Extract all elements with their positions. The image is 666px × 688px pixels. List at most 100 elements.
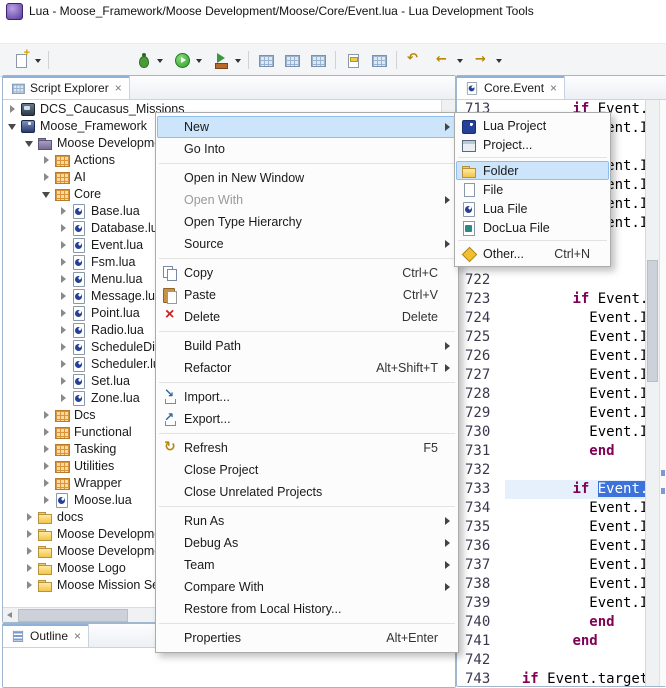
context-menu-refactor[interactable]: Refactor Alt+Shift+T bbox=[157, 357, 457, 379]
context-menu-copy[interactable]: Copy Ctrl+C bbox=[157, 262, 457, 284]
context-menu-import[interactable]: Import... bbox=[157, 386, 457, 408]
menu-refactor[interactable] bbox=[51, 31, 67, 35]
expand-arrow-icon[interactable] bbox=[58, 239, 70, 251]
expand-arrow-icon[interactable] bbox=[58, 324, 70, 336]
expand-arrow-icon[interactable] bbox=[24, 511, 36, 523]
context-menu-open-type-hierarchy[interactable]: Open Type Hierarchy bbox=[157, 211, 457, 233]
expand-arrow-icon[interactable] bbox=[41, 443, 53, 455]
context-menu-restore-from-local-history[interactable]: Restore from Local History... bbox=[157, 598, 457, 620]
grid-button-2[interactable] bbox=[280, 49, 304, 71]
submenu-file[interactable]: File bbox=[456, 180, 609, 199]
context-menu-delete[interactable]: Delete Delete bbox=[157, 306, 457, 328]
back-icon bbox=[435, 52, 451, 68]
context-menu-open-in-new-window[interactable]: Open in New Window bbox=[157, 167, 457, 189]
scrollbar-thumb[interactable] bbox=[18, 609, 128, 622]
expand-arrow-icon[interactable] bbox=[41, 188, 53, 200]
scrollbar-thumb[interactable] bbox=[647, 260, 658, 382]
expand-arrow-icon[interactable] bbox=[24, 137, 36, 149]
expand-arrow-icon[interactable] bbox=[58, 222, 70, 234]
view-menu-button[interactable] bbox=[396, 79, 415, 97]
mark-occurrences-button[interactable] bbox=[341, 49, 365, 71]
submenu-lua-project[interactable]: Lua Project bbox=[456, 116, 609, 135]
context-menu-debug-as[interactable]: Debug As bbox=[157, 532, 457, 554]
view-forward-button[interactable] bbox=[339, 79, 358, 97]
editor-vertical-scrollbar[interactable] bbox=[645, 100, 659, 686]
close-icon[interactable]: × bbox=[74, 629, 81, 643]
expand-arrow-icon[interactable] bbox=[41, 460, 53, 472]
context-menu-compare-with[interactable]: Compare With bbox=[157, 576, 457, 598]
context-menu-go-into[interactable]: Go Into bbox=[157, 138, 457, 160]
expand-arrow-icon[interactable] bbox=[58, 358, 70, 370]
expand-arrow-icon[interactable] bbox=[24, 562, 36, 574]
menu-search[interactable] bbox=[83, 31, 99, 35]
grid-button-4[interactable] bbox=[367, 49, 391, 71]
submenu-other[interactable]: Other... Ctrl+N bbox=[456, 244, 609, 263]
menu-source[interactable] bbox=[35, 31, 51, 35]
expand-arrow-icon[interactable] bbox=[41, 409, 53, 421]
forward-button[interactable] bbox=[467, 49, 504, 71]
context-menu-source[interactable]: Source bbox=[157, 233, 457, 255]
code-line: 728 Event.IniUnit = UNIT:FindByName( Eve… bbox=[457, 385, 645, 404]
expand-arrow-icon[interactable] bbox=[24, 528, 36, 540]
submenu-project[interactable]: Project... bbox=[456, 135, 609, 154]
context-menu-export[interactable]: Export... bbox=[157, 408, 457, 430]
last-edit-location-button[interactable] bbox=[402, 49, 426, 71]
expand-arrow-icon[interactable] bbox=[58, 256, 70, 268]
external-tools-button[interactable] bbox=[206, 49, 243, 71]
menu-run[interactable] bbox=[115, 31, 131, 35]
collapse-all-button[interactable] bbox=[358, 79, 377, 97]
back-button[interactable] bbox=[428, 49, 465, 71]
expand-arrow-icon[interactable] bbox=[41, 477, 53, 489]
context-menu-new[interactable]: New bbox=[157, 116, 457, 138]
grid-button-3[interactable] bbox=[306, 49, 330, 71]
menu-help[interactable] bbox=[147, 31, 163, 35]
new-button[interactable] bbox=[6, 49, 43, 71]
context-menu-properties[interactable]: Properties Alt+Enter bbox=[157, 627, 457, 649]
debug-button[interactable] bbox=[128, 49, 165, 71]
submenu-folder[interactable]: Folder bbox=[456, 161, 609, 180]
expand-arrow-icon[interactable] bbox=[41, 154, 53, 166]
expand-arrow-icon[interactable] bbox=[7, 103, 19, 115]
menu-file[interactable] bbox=[3, 31, 19, 35]
submenu-lua-file[interactable]: Lua File bbox=[456, 199, 609, 218]
expand-arrow-icon[interactable] bbox=[58, 307, 70, 319]
menu-window[interactable] bbox=[131, 31, 147, 35]
context-menu-run-as[interactable]: Run As bbox=[157, 510, 457, 532]
context-menu-close-unrelated-projects[interactable]: Close Unrelated Projects bbox=[157, 481, 457, 503]
menu-navigate[interactable] bbox=[67, 31, 83, 35]
expand-arrow-icon[interactable] bbox=[41, 494, 53, 506]
close-icon[interactable]: × bbox=[550, 81, 557, 95]
context-menu-paste[interactable]: Paste Ctrl+V bbox=[157, 284, 457, 306]
tab-outline[interactable]: Outline × bbox=[3, 624, 89, 647]
menu-project[interactable] bbox=[99, 31, 115, 35]
tab-core-event[interactable]: Core.Event × bbox=[457, 76, 565, 99]
expand-arrow-icon[interactable] bbox=[58, 205, 70, 217]
expand-arrow-icon[interactable] bbox=[41, 171, 53, 183]
expand-arrow-icon[interactable] bbox=[41, 426, 53, 438]
expand-arrow-icon[interactable] bbox=[24, 579, 36, 591]
grid-button-1[interactable] bbox=[254, 49, 278, 71]
expand-arrow-icon[interactable] bbox=[7, 120, 19, 132]
expand-arrow-icon[interactable] bbox=[58, 341, 70, 353]
context-menu-refresh[interactable]: Refresh F5 bbox=[157, 437, 457, 459]
context-menu-close-project[interactable]: Close Project bbox=[157, 459, 457, 481]
submenu-doclua-file[interactable]: DocLua File bbox=[456, 218, 609, 237]
link-with-editor-button[interactable] bbox=[377, 79, 396, 97]
menu-edit[interactable] bbox=[19, 31, 35, 35]
overview-ruler[interactable] bbox=[659, 100, 666, 686]
expand-arrow-icon[interactable] bbox=[58, 392, 70, 404]
context-menu-open-with[interactable]: Open With bbox=[157, 189, 457, 211]
context-menu-team[interactable]: Team bbox=[157, 554, 457, 576]
context-menu-build-path[interactable]: Build Path bbox=[157, 335, 457, 357]
tab-script-explorer[interactable]: Script Explorer × bbox=[3, 76, 130, 99]
expand-arrow-icon[interactable] bbox=[58, 273, 70, 285]
view-back-button[interactable] bbox=[320, 79, 339, 97]
expand-arrow-icon[interactable] bbox=[24, 545, 36, 557]
scroll-left-icon[interactable] bbox=[7, 612, 12, 618]
expand-arrow-icon[interactable] bbox=[58, 290, 70, 302]
run-button[interactable] bbox=[167, 49, 204, 71]
minimize-button[interactable] bbox=[415, 79, 434, 97]
maximize-button[interactable] bbox=[434, 79, 453, 97]
expand-arrow-icon[interactable] bbox=[58, 375, 70, 387]
close-icon[interactable]: × bbox=[115, 81, 122, 95]
